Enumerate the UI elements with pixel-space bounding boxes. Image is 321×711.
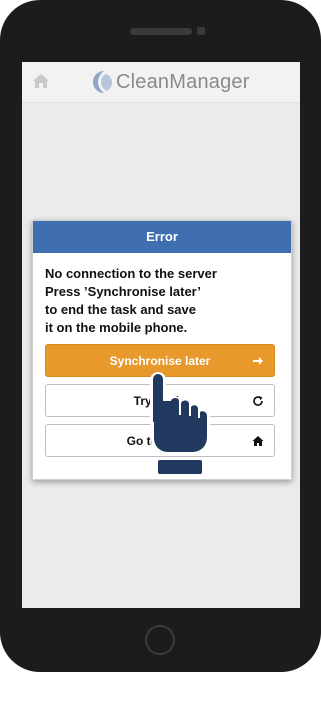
refresh-icon [253, 396, 263, 406]
synchronise-later-label: Synchronise later [109, 353, 211, 368]
app-logo: CleanManager [90, 68, 250, 96]
front-camera [197, 27, 205, 35]
dialog-message: No connection to the server Press ’Synch… [33, 253, 291, 337]
speaker-grille [130, 28, 192, 35]
app-header: CleanManager [22, 62, 300, 103]
home-icon[interactable] [32, 72, 50, 90]
message-line: it on the mobile phone. [45, 320, 188, 335]
phone-home-button [145, 625, 175, 655]
brand-name: CleanManager [116, 70, 250, 93]
arrow-right-icon [253, 357, 263, 365]
phone-screen: CleanManager Error No connection to the … [22, 62, 300, 608]
logo-icon [93, 71, 112, 93]
hand-pointer-icon [150, 372, 210, 476]
dialog-title: Error [33, 221, 291, 253]
home-icon [252, 436, 264, 446]
phone-frame: CleanManager Error No connection to the … [0, 0, 321, 672]
message-line: Press ’Synchronise later’ [45, 284, 201, 299]
message-line: to end the task and save [45, 302, 196, 317]
message-line: No connection to the server [45, 266, 217, 281]
